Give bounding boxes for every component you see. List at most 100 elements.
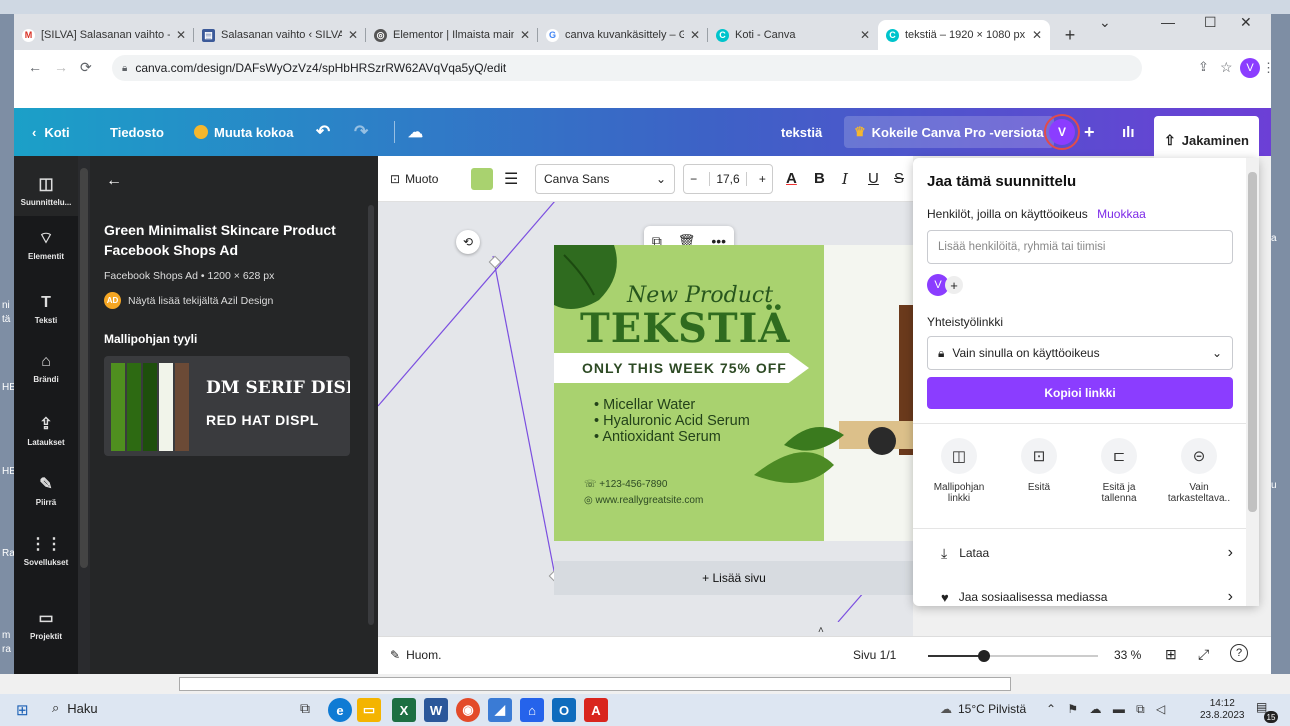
page-indicator[interactable]: Sivu 1/1 [853, 648, 896, 662]
rail-item-draw[interactable]: ✎ Piirrä [14, 474, 78, 507]
back-arrow-icon[interactable]: ← [106, 172, 122, 190]
rail-item-text[interactable]: T Teksti [14, 294, 78, 325]
reload-icon[interactable]: ⟳ [80, 59, 92, 76]
browser-tab[interactable]: ◎ Elementor | Ilmaista mainc ✕ [366, 20, 538, 50]
effects-button[interactable]: ⊡ Muoto [390, 164, 438, 194]
help-icon[interactable]: ? [1230, 644, 1248, 662]
rail-scrollbar-thumb[interactable] [80, 168, 88, 568]
share-page-icon[interactable]: ⇪ [1198, 59, 1209, 75]
rail-item-elements[interactable]: ⌔ Elementit [14, 228, 78, 261]
color-swatch-button[interactable] [471, 164, 493, 194]
zoom-slider[interactable] [928, 650, 1098, 662]
rail-item-uploads[interactable]: ⇪ Lataukset [14, 414, 78, 447]
design-headline[interactable]: TEKSTIÄ [580, 305, 790, 352]
excel-icon[interactable]: X [392, 698, 416, 722]
offer-ribbon[interactable]: ONLY THIS WEEK 75% OFF [554, 353, 809, 383]
rail-item-brand[interactable]: ⌂ Brändi [14, 353, 78, 384]
text-color-button[interactable]: A [786, 164, 797, 194]
bookmark-star-icon[interactable]: ☆ [1220, 59, 1233, 76]
try-pro-button[interactable]: ♛ Kokeile Canva Pro -versiota [844, 116, 1054, 148]
close-tab-icon[interactable]: ✕ [348, 28, 358, 42]
view-only-link-action[interactable]: ⊝ Vain tarkasteltava.. [1163, 438, 1235, 504]
present-action[interactable]: ⊡ Esitä [1003, 438, 1075, 493]
browser-menu-icon[interactable]: ⋮ [1262, 60, 1275, 76]
browser-tab[interactable]: C Koti - Canva ✕ [708, 20, 878, 50]
task-view-icon[interactable]: ⧉ [300, 700, 310, 717]
edit-access-link[interactable]: Muokkaa [1097, 207, 1146, 221]
invite-plus-button[interactable]: + [1084, 108, 1095, 156]
edge-icon[interactable]: e [328, 698, 352, 722]
insights-chart-icon[interactable]: ılı [1122, 108, 1135, 156]
resize-button[interactable]: Muuta kokoa [194, 108, 293, 156]
minimize-button[interactable]: — [1161, 14, 1175, 30]
acrobat-icon[interactable]: A [584, 698, 608, 722]
font-family-select[interactable]: Canva Sans ⌄ [535, 163, 675, 194]
profile-avatar[interactable]: V [1240, 58, 1260, 78]
new-tab-button[interactable]: + [1050, 20, 1090, 50]
store-icon[interactable]: ⌂ [520, 698, 544, 722]
browser-tab[interactable]: ▤ Salasanan vaihto ‹ SILVA — ✕ [194, 20, 366, 50]
font-size-stepper[interactable]: − 17,6 + [683, 163, 773, 194]
design-title[interactable]: tekstiä [781, 108, 822, 156]
windows-start-icon[interactable]: ⊞ [16, 701, 29, 719]
italic-button[interactable]: I [842, 164, 848, 194]
panel-scrollbar-thumb[interactable] [368, 205, 374, 625]
close-tab-icon[interactable]: ✕ [176, 28, 186, 42]
outlook-icon[interactable]: O [552, 698, 576, 722]
access-select[interactable]: 🔒︎ Vain sinulla on käyttöoikeus ⌄ [927, 336, 1233, 370]
author-link[interactable]: AD Näytä lisää tekijältä Azil Design [104, 292, 273, 309]
design-page[interactable]: New Product TEKSTIÄ ONLY THIS WEEK 75% O… [554, 245, 914, 541]
close-tab-icon[interactable]: ✕ [1032, 28, 1042, 42]
website-line[interactable]: ◎ www.reallygreatsite.com [584, 495, 703, 506]
back-arrow-icon[interactable]: ← [28, 59, 42, 75]
strikethrough-button[interactable]: S [894, 164, 904, 194]
user-avatar-button[interactable]: V [1044, 108, 1080, 156]
zoom-value[interactable]: 33 % [1114, 648, 1141, 662]
add-member-icon[interactable]: + [945, 276, 963, 294]
download-row[interactable]: ⤓ Lataa › [927, 544, 1233, 562]
redo-icon[interactable]: ↷ [354, 108, 368, 156]
close-window-button[interactable]: ✕ [1240, 14, 1252, 31]
zoom-slider-handle[interactable] [978, 650, 991, 662]
scrollbar-track[interactable] [179, 677, 1011, 691]
present-record-action[interactable]: ⊏ Esitä ja tallenna [1083, 438, 1155, 504]
underline-button[interactable]: U [868, 164, 879, 194]
clock[interactable]: 14:12 23.8.2023 [1200, 698, 1245, 722]
browser-horizontal-scrollbar[interactable] [14, 674, 1271, 694]
template-style-card[interactable]: DM SERIF DISI RED HAT DISPL [104, 356, 350, 456]
fullscreen-icon[interactable]: ⤢ [1198, 646, 1209, 663]
tab-search-icon[interactable]: ⌄ [1099, 14, 1111, 31]
file-menu-button[interactable]: Tiedosto [110, 108, 164, 156]
align-menu-icon[interactable]: ☰ [504, 164, 518, 194]
font-size-value[interactable]: 17,6 [709, 171, 747, 186]
share-panel-scrollbar-thumb[interactable] [1248, 172, 1257, 512]
bold-button[interactable]: B [814, 164, 825, 194]
grid-view-icon[interactable]: ⊞ [1165, 646, 1177, 663]
rail-item-projects[interactable]: ▭ Projektit [14, 608, 78, 641]
taskbar-search[interactable]: ⌕ Haku [52, 700, 98, 716]
system-tray-icons[interactable]: ⌃ ⚑ ☁ ▬ ⧉ ◁ [1046, 702, 1169, 717]
increase-size-button[interactable]: + [759, 172, 766, 186]
rotate-handle-icon[interactable]: ⟲ [456, 230, 480, 254]
social-share-row[interactable]: ♥ Jaa sosiaalisessa mediassa › [927, 588, 1233, 606]
phone-line[interactable]: ☏ +123-456-7890 [584, 479, 667, 490]
maximize-button[interactable]: ☐ [1204, 14, 1217, 31]
add-people-input[interactable]: Lisää henkilöitä, ryhmiä tai tiimisi [927, 230, 1233, 264]
browser-tab[interactable]: G canva kuvankäsittely – Goo ✕ [538, 20, 708, 50]
rail-item-design[interactable]: ◫ Suunnittelu... [14, 156, 78, 216]
url-field[interactable]: 🔒︎ canva.com/design/DAFsWyOzVz4/spHbHRSz… [112, 55, 1142, 81]
copy-link-button[interactable]: Kopioi linkki [927, 377, 1233, 409]
chrome-icon[interactable]: ◉ [456, 698, 480, 722]
notes-button[interactable]: ✎ Huom. [390, 648, 441, 662]
home-button[interactable]: ‹ Koti [32, 108, 70, 156]
browser-tab-active[interactable]: C tekstiä – 1920 × 1080 px ✕ [878, 20, 1050, 50]
undo-icon[interactable]: ↶ [316, 108, 330, 156]
template-link-action[interactable]: ◫ Mallipohjan linkki [923, 438, 995, 504]
chevron-up-icon[interactable]: ˄ [818, 625, 824, 636]
photos-icon[interactable]: ◢ [488, 698, 512, 722]
word-icon[interactable]: W [424, 698, 448, 722]
cloud-saved-icon[interactable]: ☁ [408, 108, 423, 156]
close-tab-icon[interactable]: ✕ [860, 28, 870, 42]
close-tab-icon[interactable]: ✕ [520, 28, 530, 42]
browser-tab[interactable]: M [SILVA] Salasanan vaihto - ✕ [14, 20, 194, 50]
